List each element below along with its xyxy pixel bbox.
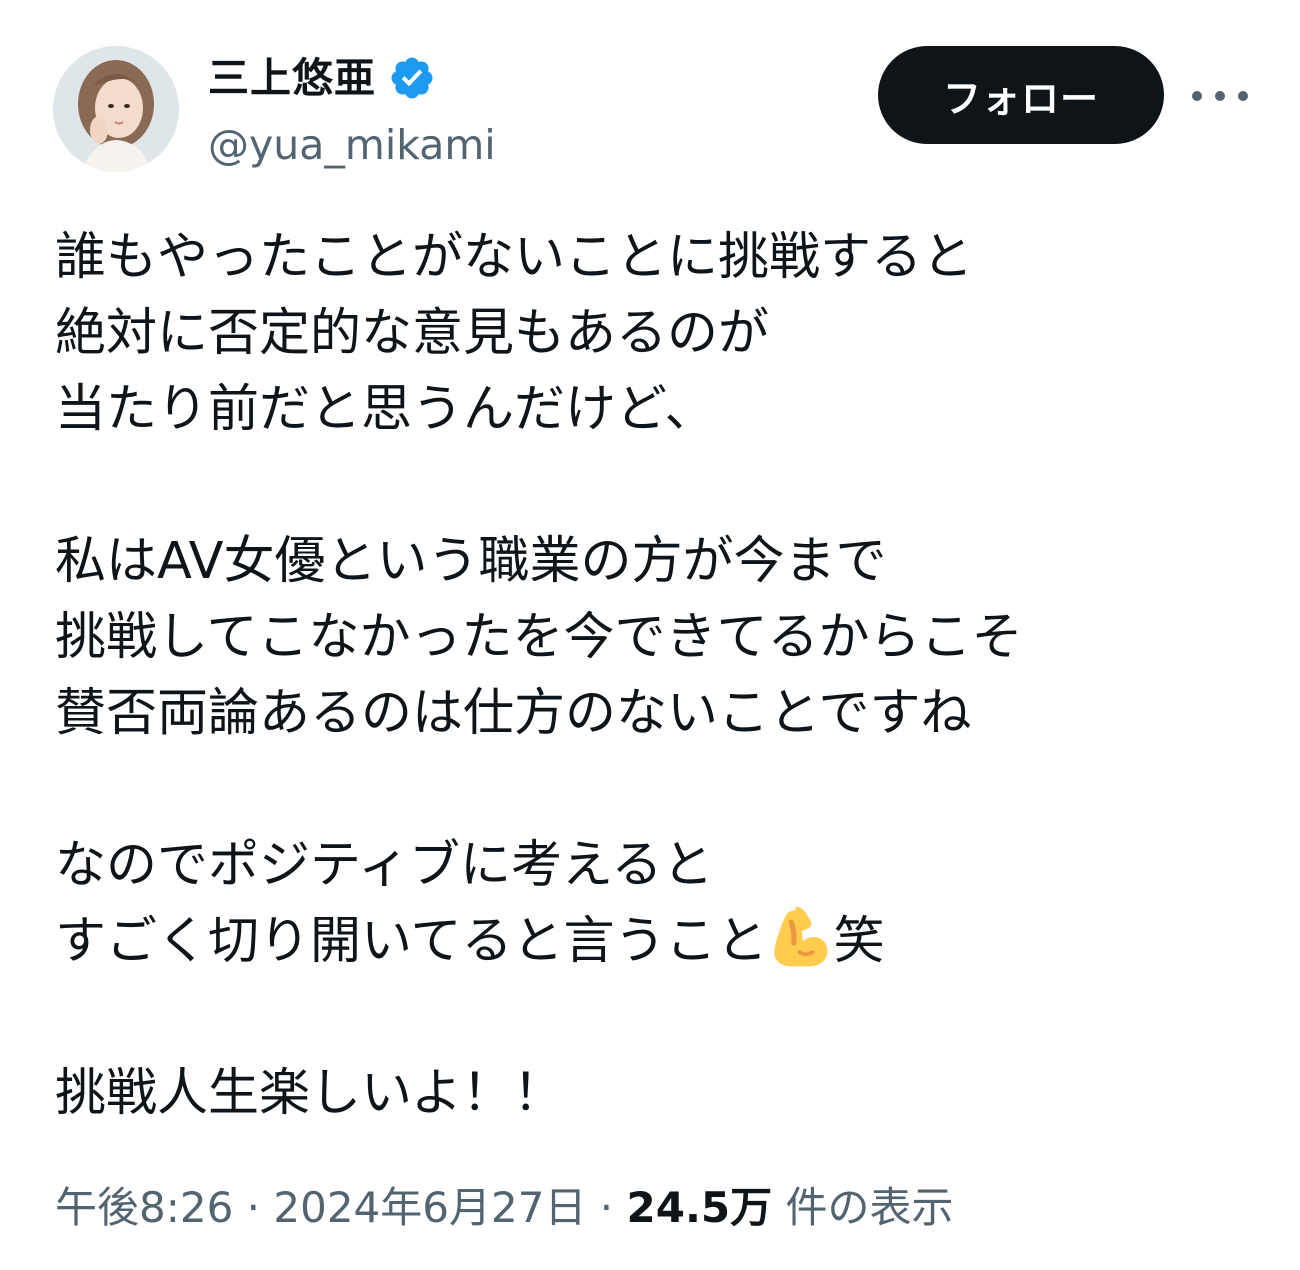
more-dot-icon [1238, 91, 1248, 101]
tweet-date[interactable]: 2024年6月27日 [273, 1183, 586, 1232]
views-count[interactable]: 24.5万 [627, 1183, 773, 1232]
tweet-line: 賛否両論あるのは仕方のないことですね [55, 684, 972, 743]
tweet-line-text: すごく切り開いてると言うこと [55, 912, 768, 971]
meta-separator: · [586, 1183, 627, 1232]
tweet-time[interactable]: 午後8:26 [55, 1183, 233, 1232]
tweet-line: 挑戦してこなかったを今できてるからこそ [55, 608, 1023, 667]
more-dot-icon [1192, 91, 1202, 101]
follow-button[interactable]: フォロー [878, 46, 1164, 144]
tweet-card: 三上悠亜 @yua_mikami フォロー 誰もやったことがないことに挑戦すると… [0, 0, 1300, 1270]
tweet-text: 誰もやったことがないことに挑戦すると 絶対に否定的な意見もあるのが 当たり前だと… [55, 220, 1255, 1132]
verified-badge-icon [391, 57, 433, 99]
more-options-button[interactable] [1192, 76, 1248, 116]
tweet-line: 挑戦人生楽しいよ！！ [55, 1064, 564, 1123]
more-dot-icon [1215, 91, 1225, 101]
tweet-line: 誰もやったことがないことに挑戦すると [55, 228, 974, 287]
tweet-line: 絶対に否定的な意見もあるのが [55, 304, 770, 363]
author-display-name[interactable]: 三上悠亜 [208, 50, 376, 106]
tweet-line: なのでポジティブに考えると [55, 836, 714, 895]
avatar-image [53, 46, 179, 172]
tweet-line: 当たり前だと思うんだけど、 [55, 380, 716, 439]
avatar[interactable] [53, 46, 179, 172]
flexed-biceps-emoji-icon [774, 906, 828, 967]
author-name-row: 三上悠亜 [208, 50, 436, 106]
tweet-line-with-emoji: すごく切り開いてると言うこと 笑 [55, 904, 1255, 980]
tweet-line: 私はAV女優という職業の方が今まで [55, 532, 887, 591]
tweet-meta: 午後8:26 · 2024年6月27日 · 24.5万 件の表示 [55, 1178, 954, 1238]
meta-separator: · [233, 1183, 274, 1232]
tweet-line-text: 笑 [833, 912, 885, 971]
author-handle[interactable]: @yua_mikami [208, 118, 496, 172]
views-label: 件の表示 [785, 1183, 954, 1232]
